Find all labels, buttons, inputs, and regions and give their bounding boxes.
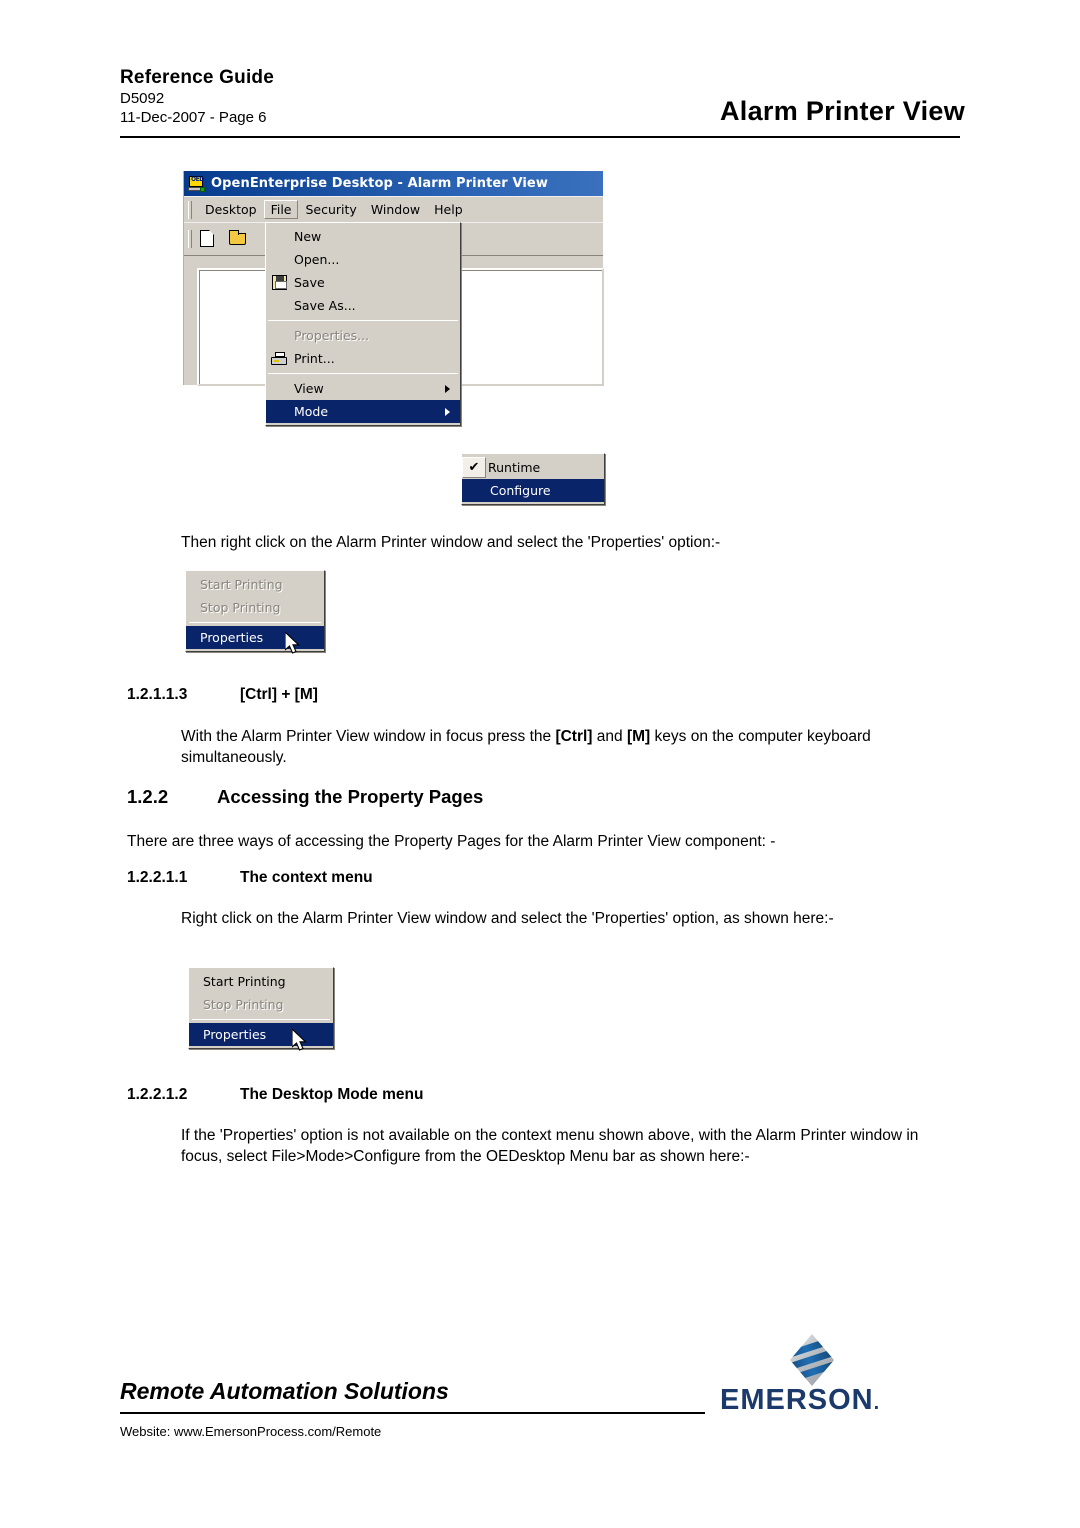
ctx1-item-start-printing: Start Printing: [200, 577, 283, 592]
heading-1-2-2-number: 1.2.2: [127, 786, 169, 807]
menu-item-print-label: Print...: [294, 351, 335, 366]
menu-item-save-as[interactable]: Save As...: [266, 294, 460, 317]
mode-item-runtime-label: Runtime: [488, 460, 541, 475]
menu-item-new-label: New: [294, 229, 322, 244]
heading-ctrl-m: 1.2.1.1.3 [Ctrl] + [M]: [127, 686, 318, 704]
ctx1-item-stop-printing: Stop Printing: [200, 600, 281, 615]
header-left-block: Reference Guide D5092 11-Dec-2007 - Page…: [120, 66, 274, 127]
emerson-logo: EMERSON.: [712, 1330, 912, 1430]
menu-item-properties-label: Properties...: [294, 328, 370, 343]
document-number: D5092: [120, 90, 165, 107]
file-dropdown-menu: New Open... Save Save As... Properties..…: [265, 222, 461, 426]
oed-computer-icon: [188, 175, 205, 192]
paragraph-ctrl-m: With the Alarm Printer View window in fo…: [181, 726, 941, 768]
menu-item-print[interactable]: Print...: [266, 347, 460, 370]
reference-guide-title: Reference Guide: [120, 67, 274, 88]
menu-help[interactable]: Help: [427, 200, 470, 219]
menu-security[interactable]: Security: [298, 200, 363, 219]
mouse-pointer-icon: [292, 1029, 309, 1054]
menu-item-view[interactable]: View: [266, 377, 460, 400]
footer-brand-line: Remote Automation Solutions: [120, 1378, 449, 1404]
emerson-wordmark-text: EMERSON: [720, 1384, 874, 1416]
open-folder-icon[interactable]: [228, 229, 249, 249]
document-date-page: 11-Dec-2007 - Page 6: [120, 109, 267, 126]
submenu-arrow-icon: [445, 384, 450, 393]
mode-item-runtime[interactable]: ✔ Runtime: [462, 456, 604, 479]
menu-item-view-label: View: [294, 381, 324, 396]
ctx2-separator: [192, 1019, 330, 1020]
check-mark-icon: ✔: [462, 457, 486, 478]
mode-item-configure[interactable]: Configure: [462, 479, 604, 502]
menu-item-properties: Properties...: [266, 324, 460, 347]
menu-window[interactable]: Window: [364, 200, 427, 219]
heading-desktop-mode-number: 1.2.2.1.2: [127, 1086, 188, 1103]
menu-separator-1: [268, 320, 458, 321]
mode-submenu: ✔ Runtime Configure: [461, 453, 605, 505]
footer-website: Website: www.EmersonProcess.com/Remote: [120, 1424, 382, 1439]
ctx2-item-properties[interactable]: Properties: [189, 1023, 333, 1046]
context-menu-properties-enabled: Start Printing Stop Printing Properties: [188, 967, 334, 1049]
menu-desktop[interactable]: Desktop: [198, 200, 264, 219]
menu-item-mode-label: Mode: [294, 404, 329, 419]
paragraph-three-ways: There are three ways of accessing the Pr…: [127, 833, 776, 850]
menu-item-mode[interactable]: Mode: [266, 400, 460, 423]
window-title-bar: OpenEnterprise Desktop - Alarm Printer V…: [184, 171, 603, 196]
ctx2-item-stop-printing: Stop Printing: [203, 997, 284, 1012]
context-menu-properties-disabled: Start Printing Stop Printing Properties: [185, 570, 325, 652]
menu-item-new[interactable]: New: [266, 225, 460, 248]
paragraph-right-click-properties: Then right click on the Alarm Printer wi…: [181, 534, 721, 551]
heading-context-menu-title: The context menu: [240, 869, 373, 886]
heading-desktop-mode-title: The Desktop Mode menu: [240, 1086, 424, 1103]
menu-file[interactable]: File: [263, 200, 299, 219]
heading-ctrl-m-title: [Ctrl] + [M]: [240, 686, 318, 703]
submenu-arrow-icon: [445, 407, 450, 416]
heading-context-menu: 1.2.2.1.1 The context menu: [127, 869, 373, 887]
toolbar-grip[interactable]: [188, 230, 192, 248]
window-menu-bar: Desktop File Security Window Help: [184, 196, 603, 222]
menu-item-save[interactable]: Save: [266, 271, 460, 294]
menu-item-open[interactable]: Open...: [266, 248, 460, 271]
ctrl-m-text-part-2: and: [592, 728, 627, 745]
heading-1-2-2-title: Accessing the Property Pages: [217, 786, 484, 807]
menubar-grip[interactable]: [188, 200, 192, 219]
paragraph-right-click-view: Right click on the Alarm Printer View wi…: [181, 910, 834, 927]
page-header: Reference Guide D5092 11-Dec-2007 - Page…: [0, 0, 1080, 140]
mode-item-configure-label: Configure: [490, 483, 551, 498]
paragraph-desktop-mode: If the 'Properties' option is not availa…: [181, 1127, 919, 1165]
openenterprise-desktop-window: OpenEnterprise Desktop - Alarm Printer V…: [183, 171, 605, 505]
new-document-icon[interactable]: [198, 229, 219, 249]
footer-divider: [120, 1412, 705, 1414]
ctrl-m-key-ctrl: [Ctrl]: [555, 728, 593, 745]
heading-accessing-property-pages: 1.2.2 Accessing the Property Pages: [127, 786, 483, 808]
menu-item-save-as-label: Save As...: [294, 298, 356, 313]
printer-icon: [266, 351, 292, 366]
heading-desktop-mode-menu: 1.2.2.1.2 The Desktop Mode menu: [127, 1086, 423, 1104]
emerson-wordmark: EMERSON.: [720, 1384, 881, 1416]
menu-item-open-label: Open...: [294, 252, 340, 267]
ctx2-item-start-printing[interactable]: Start Printing: [189, 970, 333, 993]
page-title: Alarm Printer View: [720, 96, 965, 126]
menu-item-save-label: Save: [294, 275, 325, 290]
ctrl-m-key-m: [M]: [626, 728, 651, 745]
window-title-text: OpenEnterprise Desktop - Alarm Printer V…: [211, 176, 548, 191]
menu-separator-2: [268, 373, 458, 374]
ctrl-m-text-part-1: With the Alarm Printer View window in fo…: [181, 728, 556, 745]
mouse-pointer-icon: [285, 632, 302, 657]
save-disk-icon: [266, 275, 292, 290]
ctx1-separator: [189, 622, 321, 623]
heading-context-menu-number: 1.2.2.1.1: [127, 869, 188, 886]
heading-ctrl-m-number: 1.2.1.1.3: [127, 686, 188, 703]
ctx1-item-properties[interactable]: Properties: [186, 626, 324, 649]
header-divider: [120, 136, 960, 138]
emerson-diamond-logo-icon: [784, 1332, 840, 1388]
